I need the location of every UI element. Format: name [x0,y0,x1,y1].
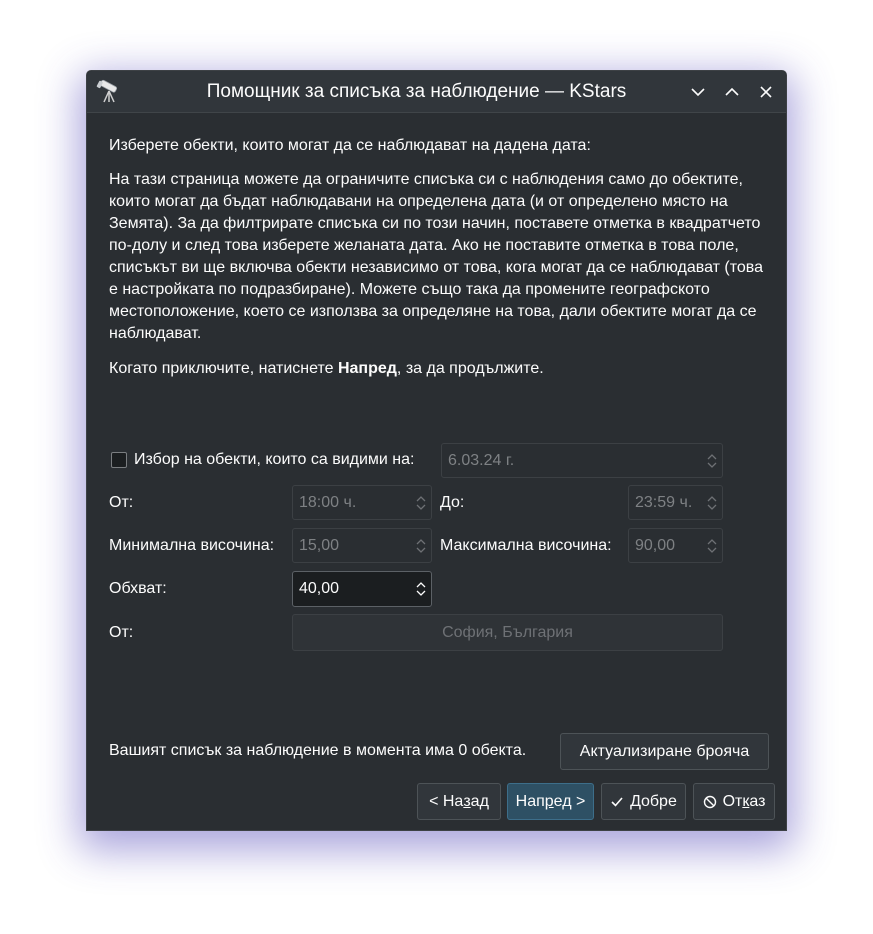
spin-arrows-icon [416,582,426,596]
range-label: Обхват: [109,580,167,597]
ok-label-mnemonic: Д [630,792,641,810]
date-picker[interactable]: 6.03.24 г. [441,443,723,478]
next-label-mnemonic: р [544,792,554,810]
checkmark-icon [611,796,623,807]
back-label-mnemonic: з [463,792,471,810]
max-altitude-value: 90,00 [635,536,676,554]
finish-bold: Напред [337,360,397,377]
min-altitude-spinbox[interactable]: 15,00 [292,528,432,563]
spin-arrows-icon [416,538,426,553]
intro-body: На тази страница можете да ограничите сп… [109,171,763,342]
ok-button[interactable]: Добре [601,783,686,820]
back-button[interactable]: < На з ад [417,783,501,820]
refresh-counter-label: Актуализиране брояча [579,742,750,760]
cancel-label-post: аз [749,792,766,810]
cancel-label-pre: От [722,792,743,810]
dialog-window: Помощник за списъка за наблюдение — KSta… [86,70,787,831]
spin-arrows-icon [707,495,717,510]
finish-prefix: Когато приключите, натиснете [109,360,338,377]
visible-checkbox-label[interactable]: Избор на обекти, които са видими на: [134,451,414,469]
min-altitude-value: 15,00 [299,536,340,554]
location-button[interactable]: София, България [292,614,723,651]
range-value: 40,00 [299,580,340,597]
telescope-icon [96,79,118,103]
minimize-button[interactable] [687,81,709,103]
maximize-button[interactable] [721,81,743,103]
finish-suffix: , за да продължите. [396,360,544,377]
location-label: От: [109,624,134,641]
next-label-post: ед > [553,792,586,810]
location-value: София, България [442,623,573,641]
chevron-down-icon [691,88,705,97]
ok-label-post: обре [640,792,677,810]
chevron-up-icon [725,87,739,96]
to-time-value: 23:59 ч. [635,493,693,511]
spin-arrows-icon [707,538,717,553]
refresh-counter-button[interactable]: Актуализиране брояча [560,733,769,770]
cancel-label-mnemonic: к [742,792,750,810]
spin-arrows-icon [707,453,717,468]
next-label-pre: Нап [515,792,545,810]
max-altitude-label: Максимална височина: [440,537,612,554]
from-time-value: 18:00 ч. [299,493,357,511]
range-spinbox[interactable]: 40,00 [292,571,432,607]
to-time-label: До: [440,494,465,511]
cancel-button[interactable]: От к аз [693,783,775,820]
to-time-spinbox[interactable]: 23:59 ч. [628,485,723,520]
close-icon [760,86,772,98]
date-value: 6.03.24 г. [448,451,515,469]
cancel-icon [703,795,716,808]
close-button[interactable] [755,81,777,103]
intro-finish: Когато приключите, натиснете Напред, за … [109,358,769,380]
from-time-label: От: [109,494,134,511]
spin-arrows-icon [416,495,426,510]
count-text: Вашият списък за наблюдение в момента им… [109,742,527,759]
back-label-pre: < На [429,792,464,810]
from-time-spinbox[interactable]: 18:00 ч. [292,485,432,520]
next-button[interactable]: Нап р ед > [507,783,594,820]
window-title: Помощник за списъка за наблюдение — KSta… [206,81,627,102]
back-label-post: ад [470,792,489,810]
title-bar[interactable]: Помощник за списъка за наблюдение — KSta… [87,71,786,113]
min-altitude-label: Минимална височина: [109,537,275,554]
intro-heading: Изберете обекти, които могат да се наблю… [109,137,591,154]
max-altitude-spinbox[interactable]: 90,00 [628,528,723,563]
visible-checkbox[interactable] [111,452,127,468]
